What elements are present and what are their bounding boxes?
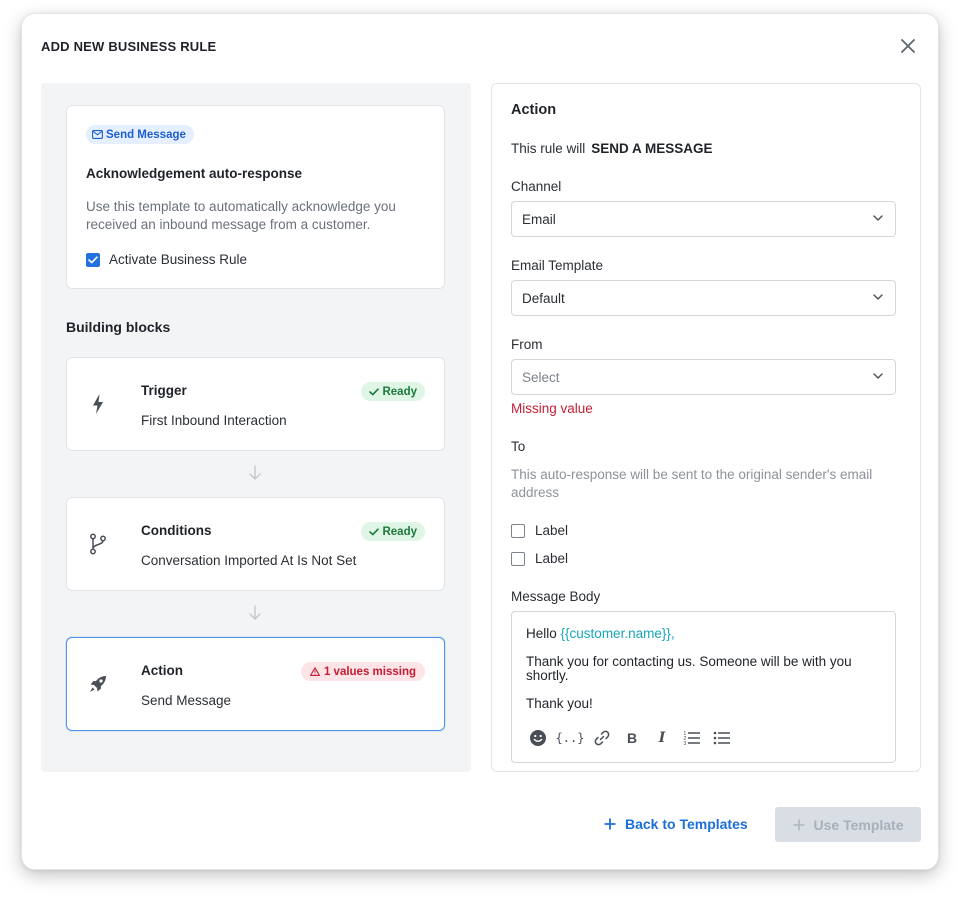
italic-button[interactable]: I bbox=[652, 728, 672, 748]
status-badge-label: Ready bbox=[382, 385, 417, 398]
envelope-icon bbox=[92, 130, 103, 139]
emoji-icon bbox=[530, 730, 546, 746]
back-to-templates-label: Back to Templates bbox=[625, 816, 748, 832]
message-line: Thank you for contacting us. Someone wil… bbox=[526, 654, 852, 683]
status-badge: Ready bbox=[361, 522, 425, 541]
status-badge-label: 1 values missing bbox=[323, 665, 416, 678]
close-icon bbox=[901, 39, 915, 53]
block-subtitle: Send Message bbox=[141, 693, 232, 708]
plus-icon bbox=[604, 818, 616, 830]
bullet-list-button[interactable] bbox=[712, 728, 732, 748]
channel-value: Email bbox=[522, 211, 556, 227]
lightning-icon bbox=[87, 393, 109, 415]
use-template-label: Use Template bbox=[813, 816, 904, 833]
from-select[interactable]: Select bbox=[511, 359, 896, 395]
modal: ADD NEW BUSINESS RULE Send Message Ackno… bbox=[21, 13, 939, 870]
activate-rule-checkbox[interactable] bbox=[86, 252, 100, 267]
rule-summary: This rule will SEND A MESSAGE bbox=[511, 141, 713, 156]
template-description: Use this template to automatically ackno… bbox=[86, 199, 396, 232]
block-subtitle: First Inbound Interaction bbox=[141, 413, 287, 428]
rule-prefix: This rule will bbox=[511, 141, 586, 156]
back-to-templates-button[interactable]: Back to Templates bbox=[604, 810, 748, 838]
plus-icon bbox=[793, 819, 804, 830]
from-label: From bbox=[511, 337, 543, 352]
editor-toolbar: {..} B I 1 2 3 bbox=[528, 728, 732, 748]
check-icon bbox=[369, 527, 380, 535]
message-body-label: Message Body bbox=[511, 589, 601, 604]
checkbox-row[interactable]: Label bbox=[511, 523, 568, 538]
chevron-down-icon bbox=[873, 215, 883, 221]
check-icon bbox=[369, 387, 380, 395]
template-card: Send Message Acknowledgement auto-respon… bbox=[66, 105, 445, 289]
from-placeholder: Select bbox=[522, 369, 560, 385]
svg-text:3: 3 bbox=[684, 741, 687, 746]
variables-button[interactable]: {..} bbox=[555, 728, 585, 748]
status-badge: Ready bbox=[361, 382, 425, 401]
status-badge: 1 values missing bbox=[300, 662, 425, 681]
block-title: Conditions bbox=[141, 523, 212, 538]
warning-icon bbox=[310, 667, 320, 676]
arrow-down-icon bbox=[247, 464, 263, 482]
trigger-block[interactable]: Trigger First Inbound Interaction Ready bbox=[66, 357, 445, 451]
action-block[interactable]: Action Send Message 1 values missing bbox=[66, 637, 445, 731]
action-panel-title: Action bbox=[511, 102, 557, 118]
activate-rule-row[interactable]: Activate Business Rule bbox=[86, 252, 247, 267]
block-title: Action bbox=[141, 663, 183, 678]
template-title: Acknowledgement auto-response bbox=[86, 166, 303, 181]
building-blocks-heading: Building blocks bbox=[66, 319, 171, 335]
checkbox-row[interactable]: Label bbox=[511, 551, 568, 566]
rule-action: SEND A MESSAGE bbox=[591, 141, 713, 156]
close-button[interactable] bbox=[898, 36, 918, 56]
label-checkbox[interactable] bbox=[511, 551, 525, 566]
email-template-label: Email Template bbox=[511, 258, 604, 273]
customer-name-variable: {{customer.name}}, bbox=[560, 626, 675, 641]
link-icon bbox=[594, 730, 610, 746]
link-button[interactable] bbox=[592, 728, 612, 748]
bold-icon: B bbox=[626, 730, 638, 746]
checkbox-label: Label bbox=[535, 523, 569, 538]
modal-title: ADD NEW BUSINESS RULE bbox=[41, 39, 217, 54]
bold-button[interactable]: B bbox=[622, 728, 642, 748]
message-greeting-line: Hello {{customer.name}}, bbox=[526, 627, 886, 641]
to-label: To bbox=[511, 439, 526, 454]
conditions-block[interactable]: Conditions Conversation Imported At Is N… bbox=[66, 497, 445, 591]
message-body-editor[interactable]: Hello {{customer.name}}, Thank you for c… bbox=[511, 611, 896, 763]
ordered-list-button[interactable]: 1 2 3 bbox=[682, 728, 702, 748]
chevron-down-icon bbox=[873, 294, 883, 300]
bullet-list-icon bbox=[713, 731, 730, 745]
label-checkbox[interactable] bbox=[511, 523, 525, 538]
left-panel: Send Message Acknowledgement auto-respon… bbox=[41, 83, 471, 772]
greeting-text: Hello bbox=[526, 626, 557, 641]
arrow-down-icon bbox=[247, 604, 263, 622]
email-template-select[interactable]: Default bbox=[511, 280, 896, 316]
message-line: Thank you! bbox=[526, 696, 593, 711]
branch-icon bbox=[87, 533, 109, 555]
send-message-tag: Send Message bbox=[86, 125, 194, 144]
variables-icon: {..} bbox=[555, 731, 585, 745]
block-title: Trigger bbox=[141, 383, 187, 398]
channel-label: Channel bbox=[511, 179, 562, 194]
to-description: This auto-response will be sent to the o… bbox=[511, 467, 873, 500]
from-error-message: Missing value bbox=[511, 401, 593, 416]
email-template-value: Default bbox=[522, 290, 565, 306]
italic-icon: I bbox=[658, 730, 666, 746]
action-panel: Action This rule will SEND A MESSAGE Chan… bbox=[491, 83, 921, 772]
checkbox-label: Label bbox=[535, 551, 569, 566]
activate-rule-label: Activate Business Rule bbox=[109, 252, 248, 267]
chevron-down-icon bbox=[873, 373, 883, 379]
rocket-icon bbox=[87, 673, 109, 695]
check-icon bbox=[88, 255, 98, 263]
block-subtitle: Conversation Imported At Is Not Set bbox=[141, 553, 357, 568]
use-template-button[interactable]: Use Template bbox=[775, 807, 921, 842]
emoji-button[interactable] bbox=[528, 728, 548, 748]
status-badge-label: Ready bbox=[382, 525, 417, 538]
ordered-list-icon: 1 2 3 bbox=[684, 731, 700, 746]
channel-select[interactable]: Email bbox=[511, 201, 896, 237]
tag-label: Send Message bbox=[106, 128, 186, 141]
